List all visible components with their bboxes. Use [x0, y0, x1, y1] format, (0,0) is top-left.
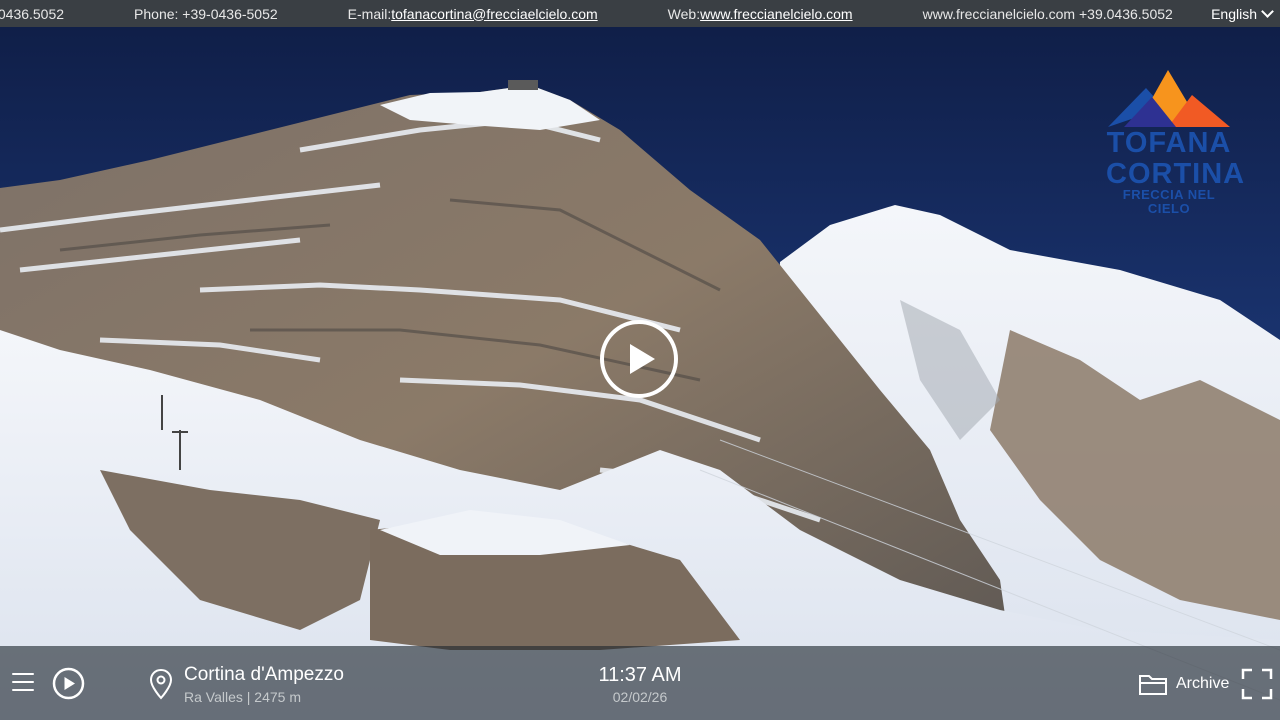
snapshot-date: 02/02/26 — [612, 689, 668, 705]
map-pin-icon — [149, 668, 173, 700]
chevron-down-icon — [1261, 5, 1274, 18]
web-label: Web: — [667, 5, 701, 22]
folder-icon — [1139, 675, 1167, 695]
location-subtitle: Ra Valles | 2475 m — [184, 689, 301, 705]
hamburger-menu-icon — [12, 673, 34, 691]
fullscreen-icon — [1241, 668, 1273, 700]
fullscreen-button[interactable] — [1241, 668, 1273, 700]
ticker-item: www.freccianelcielo.com +39.0436.5052 — [922, 5, 1173, 22]
email-link[interactable]: tofanacortina@frecciaelcielo.com — [391, 6, 597, 22]
email-label: E-mail: — [347, 5, 392, 22]
ticker-email: E-mail: tofanacortina@frecciaelcielo.com — [348, 6, 598, 22]
snapshot-time: 11:37 AM — [598, 664, 682, 686]
play-icon — [52, 667, 85, 700]
player-control-bar: Cortina d'Ampezzo Ra Valles | 2475 m 11:… — [0, 646, 1280, 720]
ticker-item: .com +39.0436.5052 — [0, 5, 65, 22]
location-name: Cortina d'Ampezzo — [184, 664, 344, 685]
info-ticker: .com +39.0436.5052 Phone: +39-0436-5052 … — [0, 0, 1280, 27]
ticker-web: Web: www.freccianelcielo.com — [668, 6, 853, 22]
mountain-logo-icon — [1108, 70, 1230, 127]
language-label: English — [1211, 5, 1257, 22]
menu-button[interactable] — [12, 673, 34, 693]
web-link[interactable]: www.freccianelcielo.com — [700, 6, 853, 22]
logo-line-3: FRECCIA NEL CIELO — [1122, 187, 1216, 216]
play-button[interactable] — [52, 667, 85, 700]
archive-button[interactable]: Archive — [1138, 670, 1229, 698]
ticker-track: .com +39.0436.5052 Phone: +39-0436-5052 … — [0, 0, 1243, 27]
archive-label: Archive — [1176, 675, 1230, 692]
play-circle-icon — [600, 320, 678, 398]
language-select[interactable]: English — [1202, 0, 1280, 27]
ticker-phone: Phone: +39-0436-5052 — [134, 5, 278, 22]
center-play-button[interactable] — [599, 319, 679, 399]
logo-line-1: TOFANA — [1106, 127, 1232, 159]
logo-line-2: CORTINA — [1106, 158, 1246, 190]
tofana-cortina-logo: TOFANA CORTINA FRECCIA NEL CIELO — [1106, 70, 1246, 216]
